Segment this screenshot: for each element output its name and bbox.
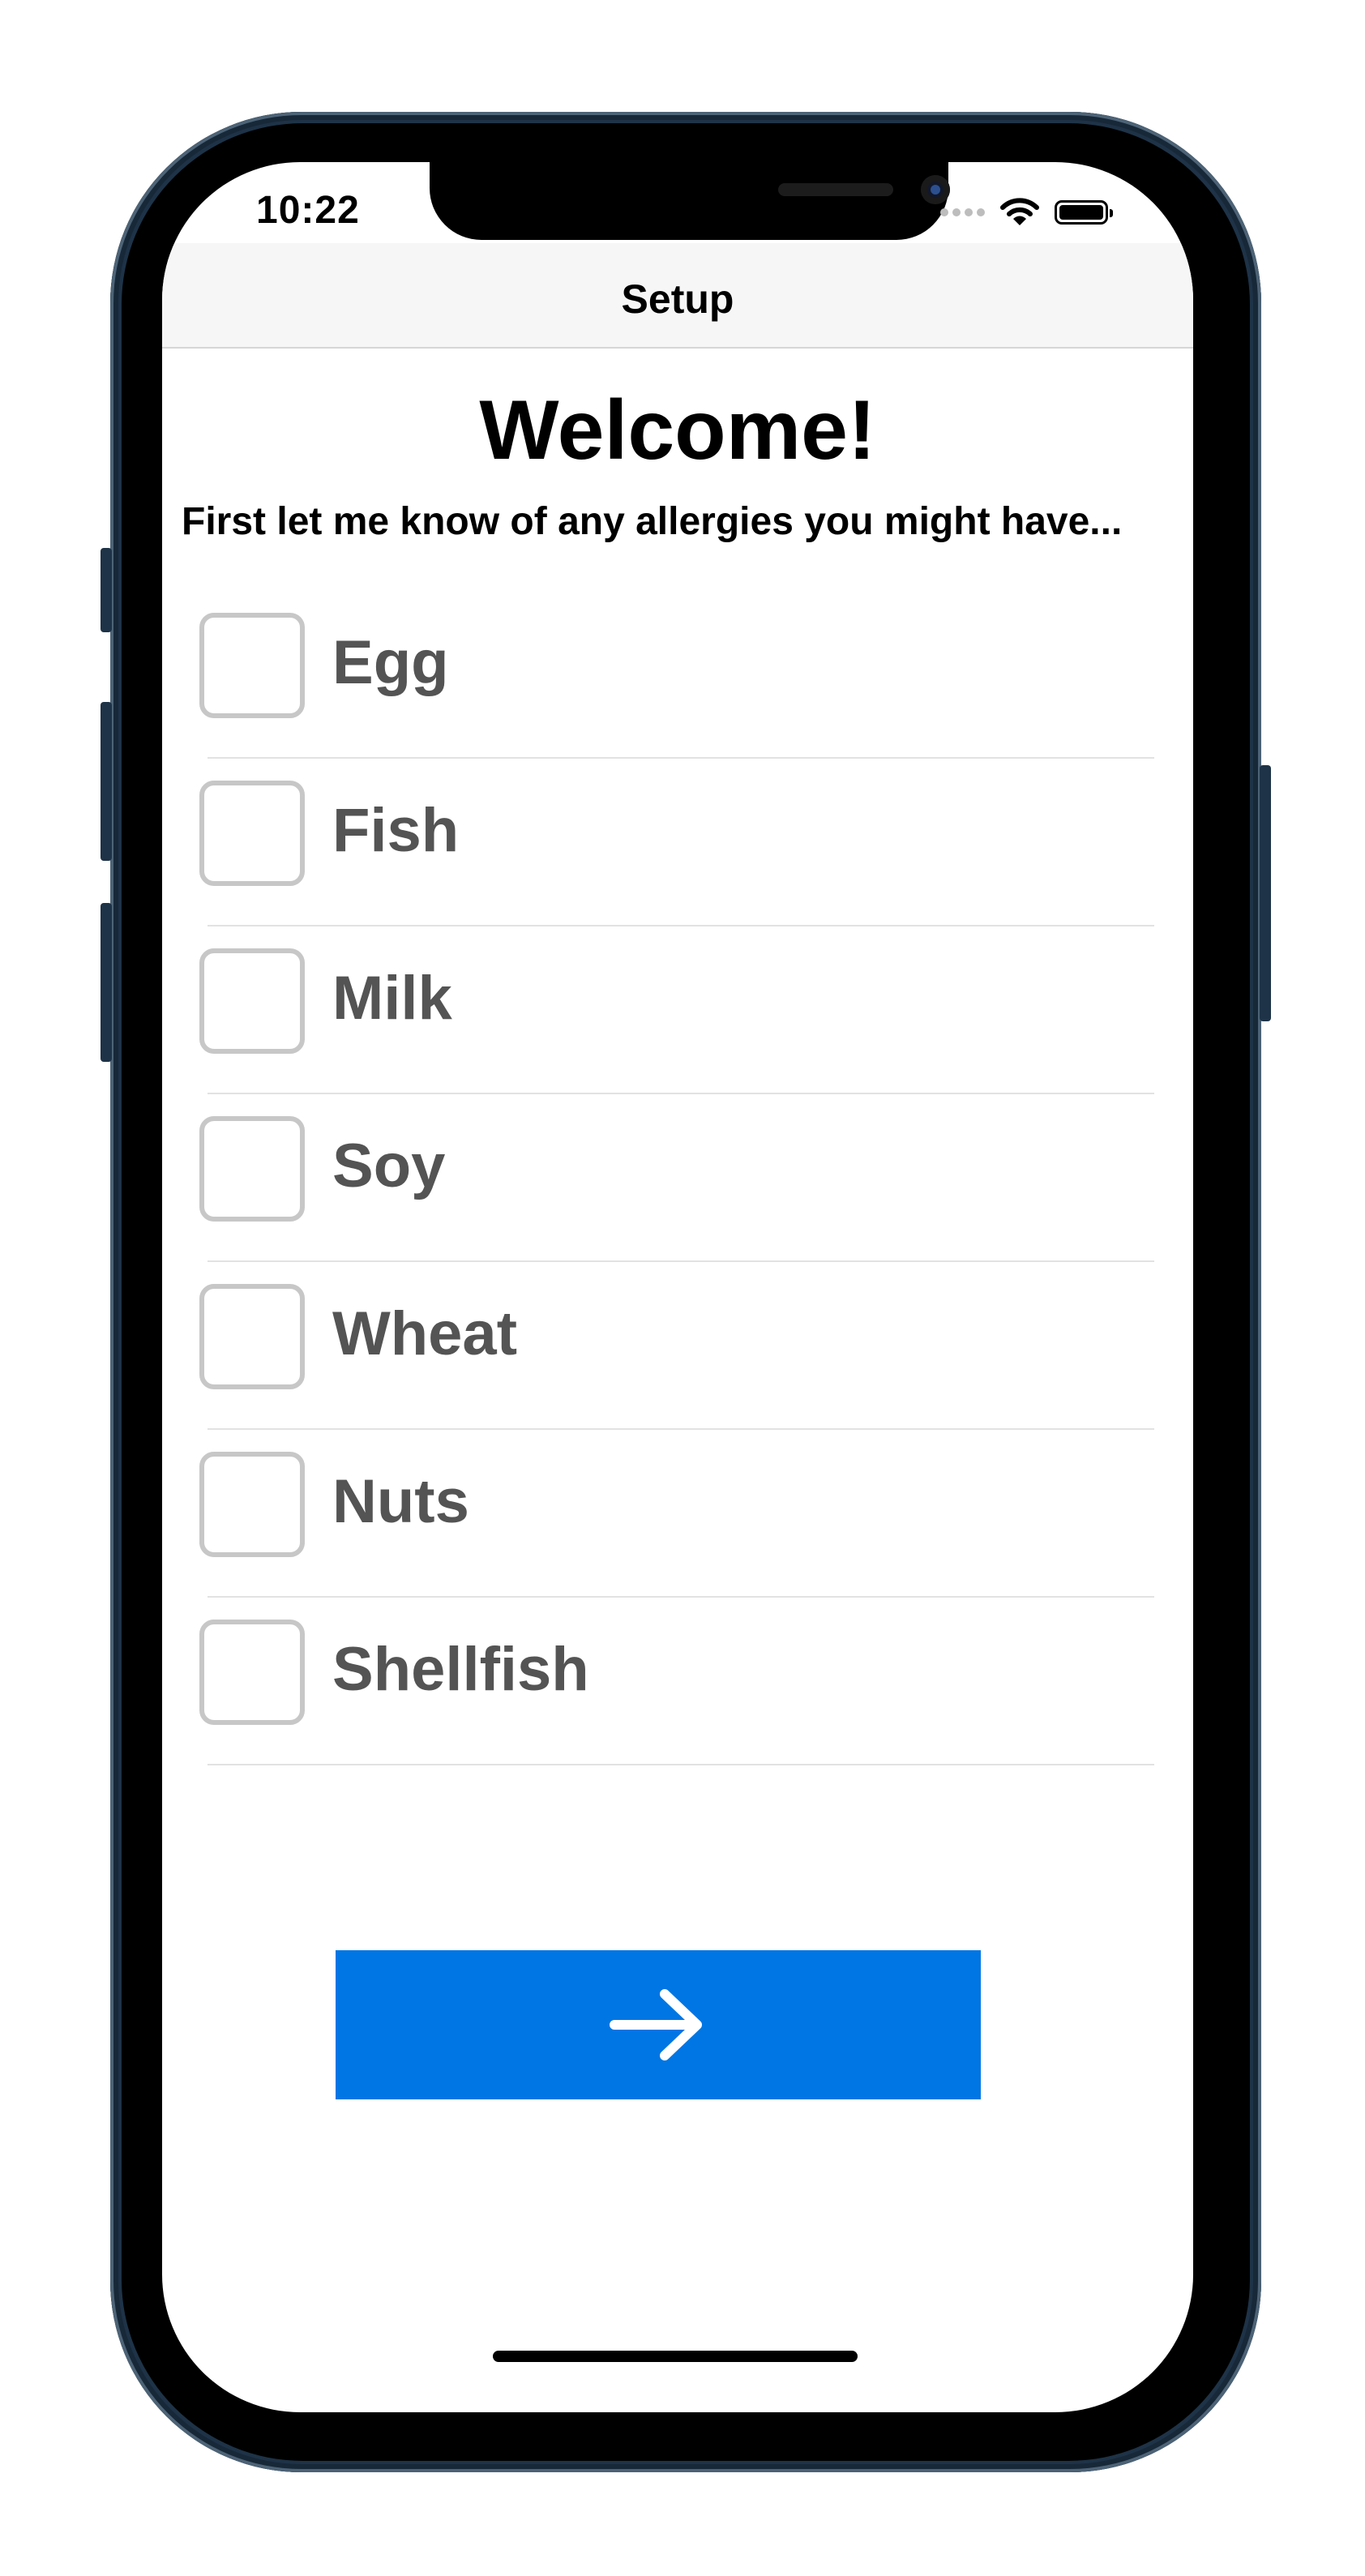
nav-title: Setup [621,276,734,322]
allergy-row-milk[interactable]: Milk [162,927,1193,1095]
allergy-label: Fish [332,796,460,865]
row-divider [208,925,1154,926]
volume-up-button [101,702,112,861]
row-divider [208,1260,1154,1262]
checkbox-wheat[interactable] [199,1284,305,1389]
allergy-label: Egg [332,628,449,697]
allergy-row-egg[interactable]: Egg [162,592,1193,760]
allergy-list: Egg Fish Milk Soy Wheat Nuts Shellfish [162,592,1193,1766]
status-time: 10:22 [256,189,360,232]
earpiece-speaker [778,183,893,196]
home-indicator[interactable] [493,2351,858,2362]
power-button [1260,765,1271,1021]
checkbox-egg[interactable] [199,613,305,718]
action-button [101,548,112,632]
next-button[interactable] [336,1950,981,2099]
allergy-row-fish[interactable]: Fish [162,760,1193,927]
allergy-row-soy[interactable]: Soy [162,1095,1193,1263]
volume-down-button [101,903,112,1062]
allergy-row-shellfish[interactable]: Shellfish [162,1598,1193,1766]
row-divider [208,1428,1154,1430]
allergy-label: Shellfish [332,1635,589,1704]
allergy-row-wheat[interactable]: Wheat [162,1263,1193,1431]
allergy-label: Wheat [332,1299,517,1368]
allergy-label: Soy [332,1132,446,1200]
checkbox-soy[interactable] [199,1116,305,1222]
checkbox-nuts[interactable] [199,1452,305,1557]
status-icons [940,196,1113,229]
row-divider [208,757,1154,759]
row-divider [208,1093,1154,1094]
checkbox-shellfish[interactable] [199,1620,305,1725]
wifi-icon [1000,198,1039,225]
row-divider [208,1764,1154,1765]
checkbox-fish[interactable] [199,781,305,886]
navigation-bar: Setup [162,243,1193,349]
phone-screen: 10:22 Setup Welcome! First let me know o… [162,162,1193,2412]
checkbox-milk[interactable] [199,948,305,1054]
allergy-label: Nuts [332,1467,469,1536]
battery-icon [1055,200,1113,225]
signal-dots-icon [940,208,985,216]
notch [430,162,950,240]
allergy-row-nuts[interactable]: Nuts [162,1431,1193,1598]
row-divider [208,1596,1154,1598]
welcome-heading: Welcome! [479,383,876,477]
allergy-prompt: First let me know of any allergies you m… [182,500,1123,543]
allergy-label: Milk [332,964,452,1033]
arrow-right-icon [610,1989,702,2060]
